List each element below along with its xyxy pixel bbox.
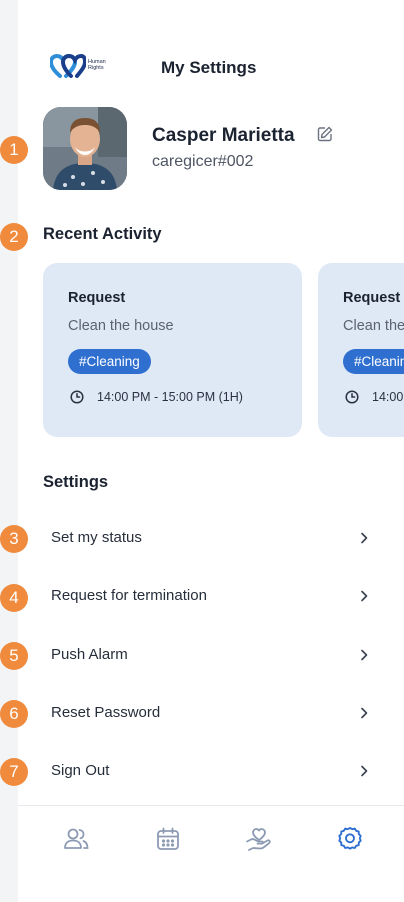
card-time: 14:00 PM - 15:00 PM (1H) xyxy=(372,390,404,404)
menu-item-reset-password[interactable]: Reset Password xyxy=(18,689,404,737)
card-desc: Clean the house xyxy=(68,318,174,334)
chevron-right-icon xyxy=(358,648,370,662)
annotation-badge-7: 7 xyxy=(0,758,28,786)
card-tag: #Cleaning xyxy=(68,349,151,374)
annotation-badge-5: 5 xyxy=(0,642,28,670)
page-title: My Settings xyxy=(161,58,257,77)
bottom-nav-divider xyxy=(18,805,404,806)
chevron-right-icon xyxy=(358,764,370,778)
nav-calendar-icon[interactable] xyxy=(153,824,183,854)
card-title: Request xyxy=(343,290,401,306)
card-time: 14:00 PM - 15:00 PM (1H) xyxy=(97,390,243,404)
avatar[interactable] xyxy=(43,107,127,190)
annotation-badge-2: 2 xyxy=(0,223,28,251)
annotation-badge-6: 6 xyxy=(0,700,28,728)
menu-label: Sign Out xyxy=(51,762,110,779)
menu-label: Push Alarm xyxy=(51,646,128,663)
logo-text: Human Rights xyxy=(88,59,106,71)
chevron-right-icon xyxy=(358,706,370,720)
annotation-badge-4: 4 xyxy=(0,584,28,612)
profile-id: caregicer#002 xyxy=(152,153,254,170)
card-tag: #Cleaning xyxy=(343,349,404,374)
card-desc: Clean the house xyxy=(343,318,404,334)
menu-label: Reset Password xyxy=(51,704,161,721)
nav-users-icon[interactable] xyxy=(61,824,91,854)
nav-care-heart-icon[interactable] xyxy=(244,824,274,854)
menu-item-set-status[interactable]: Set my status xyxy=(18,514,404,562)
profile-name: Casper Marietta xyxy=(152,125,295,146)
nav-settings-gear-icon[interactable] xyxy=(335,824,365,854)
menu-item-sign-out[interactable]: Sign Out xyxy=(18,747,404,795)
activity-card[interactable]: Request Clean the house #Cleaning 14:00 … xyxy=(43,263,302,437)
annotation-badge-1: 1 xyxy=(0,136,28,164)
chevron-right-icon xyxy=(358,531,370,545)
menu-label: Set my status xyxy=(51,529,142,546)
clock-icon xyxy=(345,390,359,404)
chevron-right-icon xyxy=(358,589,370,603)
menu-item-request-termination[interactable]: Request for termination xyxy=(18,572,404,620)
activity-card[interactable]: Request Clean the house #Cleaning 14:00 … xyxy=(318,263,404,437)
menu-item-push-alarm[interactable]: Push Alarm xyxy=(18,631,404,679)
card-title: Request xyxy=(68,290,126,306)
settings-title: Settings xyxy=(43,473,109,491)
recent-activity-title: Recent Activity xyxy=(43,225,162,243)
clock-icon xyxy=(70,390,84,404)
header: Human Rights My Settings xyxy=(18,44,404,94)
settings-screen: Human Rights My Settings Casper Marietta… xyxy=(18,0,404,902)
menu-label: Request for termination xyxy=(51,587,207,604)
heart-logo-icon xyxy=(50,54,86,78)
edit-icon[interactable] xyxy=(317,126,333,142)
logo: Human Rights xyxy=(50,54,114,82)
annotation-badge-3: 3 xyxy=(0,525,28,553)
